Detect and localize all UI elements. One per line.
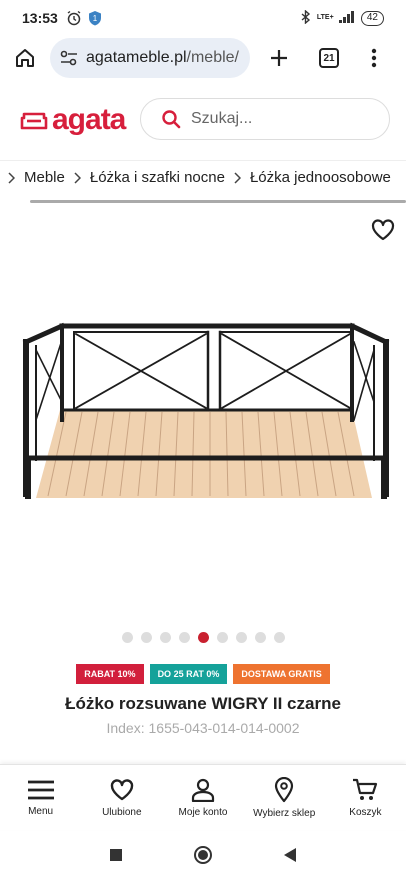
breadcrumb-item-lozka-jednoosobowe[interactable]: Łóżka jednoosobowe (250, 169, 391, 186)
nav-menu[interactable]: Menu (0, 765, 81, 830)
agata-logo[interactable]: agata (20, 103, 126, 137)
hamburger-icon (27, 780, 54, 799)
more-vert-icon (371, 48, 377, 68)
back-triangle-icon (284, 847, 296, 862)
bed-slats (36, 410, 372, 498)
battery-level: 42 (360, 10, 384, 26)
circle-icon (194, 845, 212, 864)
nav-store[interactable]: Wybierz sklep (244, 765, 325, 830)
network-type: LTE+ (316, 14, 334, 21)
logo-text: agata (52, 103, 126, 136)
gallery-dot[interactable] (235, 632, 247, 643)
nav-menu-label: Menu (28, 805, 54, 817)
badge-free-delivery: DOSTAWA GRATIS (233, 664, 330, 684)
product-gallery[interactable] (0, 210, 406, 620)
search-input[interactable]: Szukaj... (140, 98, 390, 140)
chevron-right-icon (8, 171, 15, 184)
recents-button[interactable] (109, 848, 123, 867)
nav-cart-label: Koszyk (349, 806, 382, 818)
badge-installments: DO 25 RAT 0% (149, 664, 228, 684)
gallery-dot[interactable] (254, 632, 266, 643)
browser-menu-button[interactable] (354, 48, 394, 68)
gallery-dot-active[interactable] (197, 632, 209, 643)
bottom-navigation: Menu Ulubione Moje konto Wybierz sklep K… (0, 764, 406, 830)
square-icon (110, 848, 122, 861)
plus-icon (271, 50, 287, 66)
address-bar[interactable]: agatameble.pl/meble/ (50, 38, 250, 78)
alarm-icon (66, 10, 82, 26)
heart-icon (371, 219, 395, 241)
breadcrumb-item-lozka-szafki[interactable]: Łóżka i szafki nocne (90, 169, 225, 186)
gallery-dot[interactable] (273, 632, 285, 643)
map-pin-icon (275, 776, 294, 802)
nav-account-label: Moje konto (178, 806, 228, 818)
gallery-pagination (0, 632, 406, 643)
gallery-dot[interactable] (178, 632, 190, 643)
nav-store-label: Wybierz sklep (253, 807, 316, 819)
product-badges: RABAT 10% DO 25 RAT 0% DOSTAWA GRATIS (0, 664, 406, 684)
nav-account[interactable]: Moje konto (162, 765, 243, 830)
badge-discount: RABAT 10% (76, 664, 144, 684)
chevron-right-icon (74, 171, 81, 184)
product-image (22, 322, 390, 499)
breadcrumb-item-meble[interactable]: Meble (24, 169, 65, 186)
nav-favorites[interactable]: Ulubione (81, 765, 162, 830)
gallery-dot[interactable] (216, 632, 228, 643)
heart-icon (110, 778, 133, 800)
gallery-dot[interactable] (159, 632, 171, 643)
url-path: /meble/ (186, 49, 239, 66)
home-button[interactable] (0, 47, 50, 69)
user-icon (191, 778, 215, 802)
tab-switcher-button[interactable]: 21 (304, 48, 354, 68)
product-index: Index: 1655-043-014-014-0002 (106, 720, 300, 736)
nav-favorites-label: Ulubione (102, 806, 142, 818)
product-title: Łóżko rozsuwane WIGRY II czarne (65, 694, 341, 713)
back-button[interactable] (283, 847, 297, 868)
status-time: 13:53 (22, 10, 58, 26)
shield-app-icon: 1 (88, 10, 102, 26)
sofa-logo-icon (20, 112, 48, 130)
chevron-right-icon (234, 171, 241, 184)
add-to-favorites-button[interactable] (370, 218, 396, 247)
search-icon (162, 110, 181, 129)
bluetooth-icon (301, 8, 311, 27)
breadcrumb-scrollbar[interactable] (30, 200, 406, 203)
gallery-dot[interactable] (121, 632, 133, 643)
url-text: agatameble.pl/meble/ (86, 49, 239, 67)
browser-toolbar: agatameble.pl/meble/ 21 (0, 36, 406, 80)
tab-count: 21 (319, 48, 339, 68)
site-settings-icon[interactable] (60, 50, 78, 66)
url-domain: agatameble.pl (86, 49, 187, 66)
signal-icon (338, 10, 355, 26)
home-system-button[interactable] (193, 845, 213, 870)
status-bar: 13:53 1 LTE+ 42 (0, 0, 406, 36)
new-tab-button[interactable] (254, 48, 304, 68)
svg-text:1: 1 (93, 14, 98, 23)
gallery-dot[interactable] (140, 632, 152, 643)
cart-icon (353, 778, 378, 800)
home-icon (16, 49, 34, 67)
search-placeholder: Szukaj... (191, 110, 253, 127)
site-header: agata Szukaj... (0, 88, 406, 152)
system-navigation (0, 834, 406, 880)
nav-cart[interactable]: Koszyk (325, 765, 406, 830)
breadcrumb: Meble Łóżka i szafki nocne Łóżka jednoos… (0, 160, 406, 194)
